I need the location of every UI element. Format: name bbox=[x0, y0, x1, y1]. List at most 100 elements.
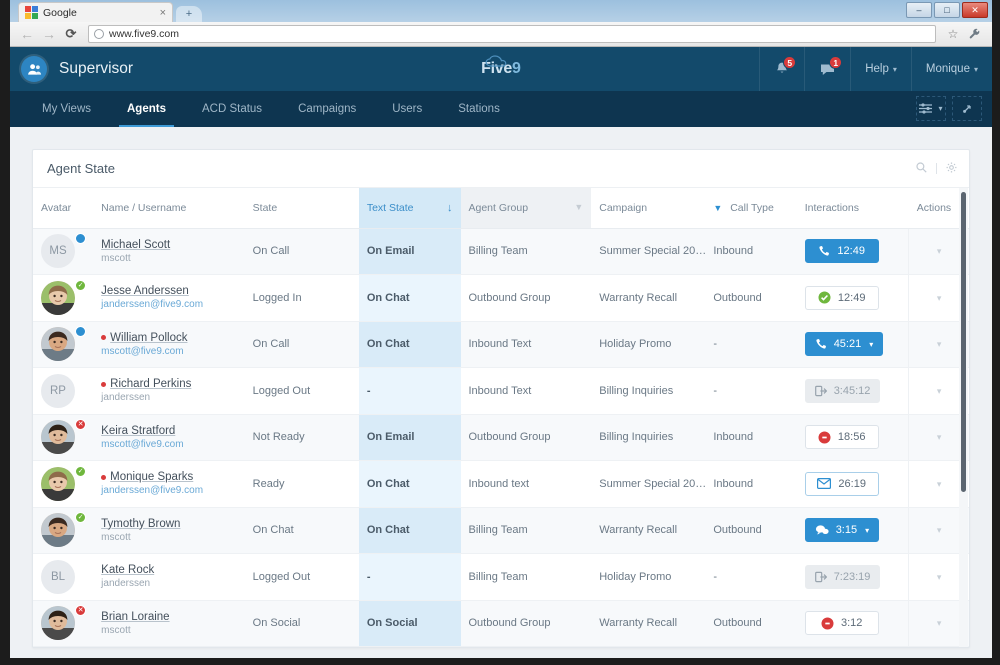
col-avatar[interactable]: Avatar bbox=[33, 188, 94, 229]
gear-icon[interactable] bbox=[946, 162, 957, 176]
row-menu-chevron-icon[interactable]: ▾ bbox=[937, 339, 942, 349]
row-menu-chevron-icon[interactable]: ▾ bbox=[937, 432, 942, 442]
agent-name-link[interactable]: Brian Loraine bbox=[101, 611, 169, 623]
avatar[interactable]: ✕ bbox=[41, 605, 87, 641]
col-agent-group[interactable]: Agent Group ▼ bbox=[460, 188, 592, 229]
interaction-pill[interactable]: 3:12 bbox=[804, 611, 879, 636]
back-icon[interactable]: ← bbox=[16, 23, 38, 45]
table-row[interactable]: RP Richard Perkins janderssen Logged Out - In… bbox=[33, 367, 969, 415]
col-name[interactable]: Name / Username bbox=[93, 188, 245, 229]
globe-icon bbox=[94, 29, 104, 39]
user-menu[interactable]: Monique ▾ bbox=[910, 47, 992, 91]
avatar[interactable]: RP bbox=[41, 373, 85, 408]
table-row[interactable]: ✕ Brian Loraine mscott On Social On Social Ou… bbox=[33, 600, 969, 647]
envelope-icon bbox=[817, 478, 832, 490]
nav-tab-acd-status[interactable]: ACD Status bbox=[184, 91, 280, 127]
col-call-type[interactable]: ▼ Call Type bbox=[705, 188, 797, 229]
col-campaign[interactable]: Campaign bbox=[591, 188, 706, 229]
col-text-state[interactable]: Text State ↓ bbox=[358, 188, 461, 229]
window-controls: – □ ✕ bbox=[906, 2, 988, 18]
google-favicon-icon bbox=[25, 6, 38, 19]
agent-state-card: Agent State Avatar Name / Username State… bbox=[32, 149, 970, 648]
interaction-pill[interactable]: 26:19 bbox=[804, 471, 879, 496]
window-close-button[interactable]: ✕ bbox=[962, 2, 988, 18]
avatar-status-badge: ✓ bbox=[75, 465, 87, 477]
cell-campaign: Warranty Recall bbox=[591, 507, 706, 554]
table-row[interactable]: BL Kate Rock janderssen Logged Out - Billing … bbox=[33, 553, 969, 601]
row-menu-chevron-icon[interactable]: ▾ bbox=[937, 618, 942, 628]
avatar[interactable] bbox=[41, 326, 87, 362]
nav-tab-campaigns[interactable]: Campaigns bbox=[280, 91, 374, 127]
nav-tab-my-views[interactable]: My Views bbox=[24, 91, 109, 127]
interaction-pill[interactable]: 12:49 bbox=[804, 239, 879, 264]
avatar[interactable]: ✕ bbox=[41, 419, 87, 455]
filter-icon[interactable]: ▼ bbox=[713, 203, 722, 213]
chevron-down-icon[interactable]: ▾ bbox=[865, 526, 869, 535]
agent-name-link[interactable]: Jesse Anderssen bbox=[101, 285, 189, 297]
filter-icon[interactable]: ▼ bbox=[574, 202, 583, 212]
col-interactions[interactable]: Interactions bbox=[796, 188, 909, 229]
cell-agent-group: Inbound Text bbox=[460, 367, 592, 415]
bookmark-star-icon[interactable]: ☆ bbox=[942, 23, 964, 45]
agent-name-link[interactable]: Tymothy Brown bbox=[101, 518, 180, 530]
row-menu-chevron-icon[interactable]: ▾ bbox=[937, 572, 942, 582]
help-menu[interactable]: Help ▾ bbox=[850, 47, 911, 91]
row-menu-chevron-icon[interactable]: ▾ bbox=[937, 293, 942, 303]
row-menu-chevron-icon[interactable]: ▾ bbox=[937, 246, 942, 256]
interaction-pill[interactable]: 12:49 bbox=[804, 285, 879, 310]
address-bar[interactable]: www.five9.com bbox=[88, 25, 936, 43]
minimize-button[interactable]: – bbox=[906, 2, 932, 18]
table-row[interactable]: William Pollock mscott@five9.com On Call On… bbox=[33, 321, 969, 368]
agent-name-link[interactable]: Richard Perkins bbox=[110, 378, 191, 390]
table-header-row: Avatar Name / Username State Text State … bbox=[33, 188, 969, 229]
maximize-button[interactable]: □ bbox=[934, 2, 960, 18]
interaction-pill[interactable]: 7:23:19 bbox=[804, 564, 881, 589]
close-icon[interactable]: × bbox=[160, 7, 166, 19]
interaction-timer: 12:49 bbox=[837, 291, 866, 304]
avatar[interactable]: BL bbox=[41, 559, 85, 594]
agent-name-link[interactable]: Keira Stratford bbox=[101, 425, 175, 437]
table-row[interactable]: ✓ Jesse Anderssen janderssen@five9.com Logg… bbox=[33, 274, 969, 322]
agent-name-link[interactable]: Kate Rock bbox=[101, 564, 154, 576]
interaction-pill[interactable]: 3:15 ▾ bbox=[804, 518, 880, 543]
avatar[interactable]: MS bbox=[41, 233, 87, 269]
agent-name-link[interactable]: William Pollock bbox=[110, 332, 187, 344]
row-menu-chevron-icon[interactable]: ▾ bbox=[937, 386, 942, 396]
avatar[interactable]: ✓ bbox=[41, 279, 87, 315]
avatar[interactable]: ✓ bbox=[41, 512, 87, 548]
cell-agent-group: Outbound Group bbox=[460, 600, 592, 647]
search-icon[interactable] bbox=[916, 161, 927, 176]
table-row[interactable]: ✓ Monique Sparks janderssen@five9.com Ready… bbox=[33, 460, 969, 508]
nav-tab-agents[interactable]: Agents bbox=[109, 91, 184, 127]
agent-name-link[interactable]: Monique Sparks bbox=[110, 471, 193, 483]
agent-name-link[interactable]: Michael Scott bbox=[101, 239, 170, 251]
expand-fullscreen-button[interactable] bbox=[952, 96, 982, 121]
alerts-button[interactable]: 5 bbox=[759, 47, 804, 91]
messages-button[interactable]: 1 bbox=[804, 47, 850, 91]
nav-tab-users[interactable]: Users bbox=[374, 91, 440, 127]
interaction-pill[interactable]: 3:45:12 bbox=[804, 378, 881, 403]
chevron-down-icon[interactable]: ▾ bbox=[869, 340, 873, 349]
table-scrollbar-thumb[interactable] bbox=[960, 192, 966, 492]
cell-avatar: ✓ bbox=[33, 274, 94, 322]
table-row[interactable]: MS Michael Scott mscott On Call On Email Bill… bbox=[33, 228, 969, 275]
reload-icon[interactable]: ⟳ bbox=[60, 23, 82, 45]
avatar[interactable]: ✓ bbox=[41, 465, 87, 501]
interaction-pill[interactable]: 45:21 ▾ bbox=[804, 332, 884, 357]
interaction-pill[interactable]: 18:56 bbox=[804, 425, 879, 450]
table-row[interactable]: ✕ Keira Stratford mscott@five9.com Not Read… bbox=[33, 414, 969, 461]
cell-text-state: - bbox=[358, 367, 461, 415]
wrench-menu-icon[interactable] bbox=[964, 23, 986, 45]
forward-icon[interactable]: → bbox=[38, 23, 60, 45]
browser-tab[interactable]: Google × bbox=[18, 2, 173, 22]
cell-name: Richard Perkins janderssen bbox=[93, 367, 245, 415]
table-scrollbar-track[interactable] bbox=[959, 188, 968, 647]
col-state[interactable]: State bbox=[244, 188, 359, 229]
avatar-status-badge: ✓ bbox=[75, 279, 87, 291]
view-settings-button[interactable]: ▾ bbox=[916, 96, 946, 121]
new-tab-button[interactable]: + bbox=[176, 6, 202, 22]
row-menu-chevron-icon[interactable]: ▾ bbox=[937, 479, 942, 489]
nav-tab-stations[interactable]: Stations bbox=[440, 91, 518, 127]
row-menu-chevron-icon[interactable]: ▾ bbox=[937, 525, 942, 535]
table-row[interactable]: ✓ Tymothy Brown mscott On Chat On Chat Billin… bbox=[33, 507, 969, 554]
